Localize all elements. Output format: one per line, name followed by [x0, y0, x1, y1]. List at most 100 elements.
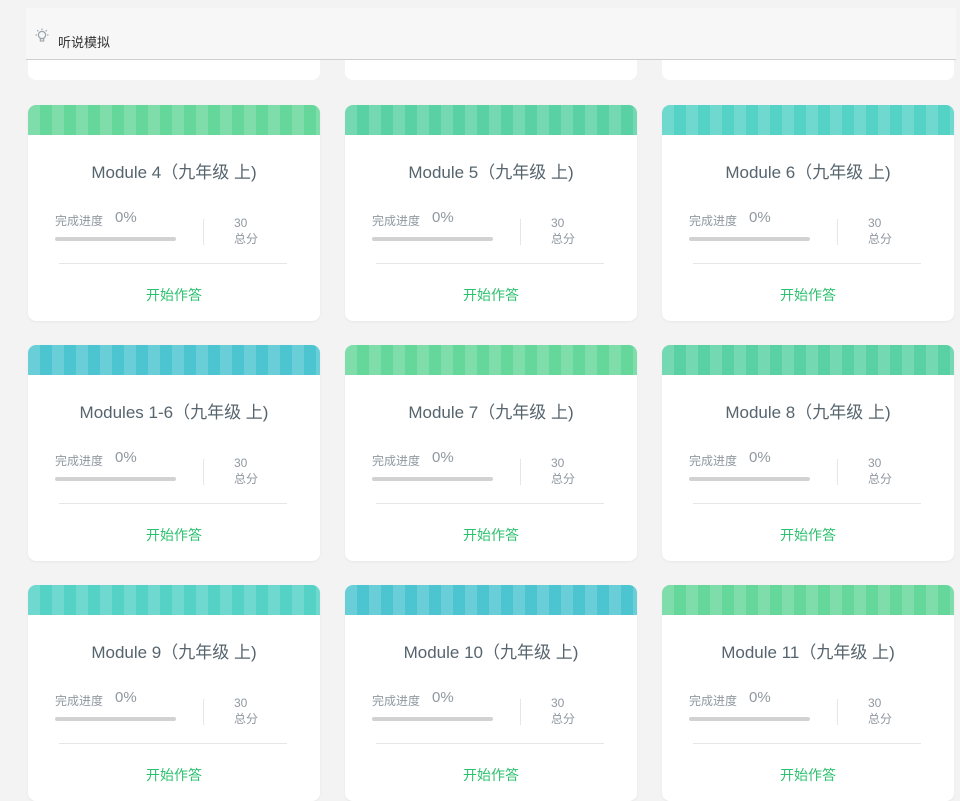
start-answer-button[interactable]: 开始作答: [345, 765, 637, 785]
vertical-divider: [203, 219, 204, 245]
vertical-divider: [203, 459, 204, 485]
horizontal-divider: [376, 263, 604, 264]
total-score-label: 总分: [551, 472, 576, 486]
start-answer-button[interactable]: 开始作答: [662, 525, 954, 545]
card-header-band: [662, 585, 954, 615]
total-score-label: 总分: [551, 232, 576, 246]
horizontal-divider: [376, 743, 604, 744]
vertical-divider: [837, 459, 838, 485]
card-partial: [345, 60, 637, 80]
module-card: Module 11（九年级 上) 完成进度 0% 30 总分 开始作答: [662, 585, 954, 801]
vertical-divider: [520, 219, 521, 245]
module-card: Module 8（九年级 上) 完成进度 0% 30 总分 开始作答: [662, 345, 954, 561]
vertical-divider: [837, 219, 838, 245]
progress-bar: [372, 477, 493, 481]
progress-bar: [55, 237, 176, 241]
card-header-band: [345, 105, 637, 135]
lightbulb-icon: [35, 28, 49, 42]
module-title: Modules 1-6（九年级 上): [79, 403, 269, 422]
horizontal-divider: [59, 743, 287, 744]
start-answer-button[interactable]: 开始作答: [28, 525, 320, 545]
card-header-band: [345, 345, 637, 375]
progress-value: 0%: [432, 209, 454, 226]
start-answer-button[interactable]: 开始作答: [28, 765, 320, 785]
progress-bar: [689, 477, 810, 481]
progress-bar: [689, 717, 810, 721]
total-score-value: 30: [551, 456, 565, 470]
vertical-divider: [520, 699, 521, 725]
progress-value: 0%: [749, 689, 771, 706]
progress-value: 0%: [115, 449, 137, 466]
horizontal-divider: [693, 503, 921, 504]
progress-value: 0%: [432, 689, 454, 706]
module-title: Module 7（九年级 上): [408, 403, 574, 422]
module-title: Module 11（九年级 上): [721, 643, 895, 662]
card-header-band: [345, 585, 637, 615]
horizontal-divider: [59, 263, 287, 264]
total-score-value: 30: [868, 456, 882, 470]
progress-value: 0%: [115, 209, 137, 226]
module-title: Module 9（九年级 上): [91, 643, 257, 662]
total-score-label: 总分: [868, 712, 893, 726]
total-score-label: 总分: [868, 232, 893, 246]
start-answer-button[interactable]: 开始作答: [345, 285, 637, 305]
horizontal-divider: [59, 503, 287, 504]
total-score-label: 总分: [868, 472, 893, 486]
total-score-label: 总分: [234, 712, 259, 726]
module-title: Module 5（九年级 上): [408, 163, 574, 182]
card-header-band: [28, 345, 320, 375]
progress-label: 完成进度: [689, 694, 738, 708]
progress-value: 0%: [749, 209, 771, 226]
horizontal-divider: [376, 503, 604, 504]
module-card: Module 7（九年级 上) 完成进度 0% 30 总分 开始作答: [345, 345, 637, 561]
card-header-band: [28, 585, 320, 615]
card-header-band: [662, 345, 954, 375]
module-card: Module 4（九年级 上) 完成进度 0% 30 总分 开始作答: [28, 105, 320, 321]
start-answer-button[interactable]: 开始作答: [662, 765, 954, 785]
start-answer-button[interactable]: 开始作答: [28, 285, 320, 305]
card-partial: [662, 60, 954, 80]
vertical-divider: [520, 459, 521, 485]
progress-bar: [372, 717, 493, 721]
start-answer-button[interactable]: 开始作答: [345, 525, 637, 545]
progress-label: 完成进度: [55, 214, 104, 228]
module-card: Module 10（九年级 上) 完成进度 0% 30 总分 开始作答: [345, 585, 637, 801]
progress-bar: [55, 477, 176, 481]
page-header: 听说模拟: [26, 8, 956, 60]
horizontal-divider: [693, 263, 921, 264]
progress-label: 完成进度: [372, 214, 421, 228]
total-score-label: 总分: [551, 712, 576, 726]
progress-label: 完成进度: [372, 454, 421, 468]
total-score-value: 30: [551, 216, 565, 230]
progress-value: 0%: [749, 449, 771, 466]
module-title: Module 8（九年级 上): [725, 403, 891, 422]
module-card: Module 5（九年级 上) 完成进度 0% 30 总分 开始作答: [345, 105, 637, 321]
total-score-label: 总分: [234, 472, 259, 486]
total-score-value: 30: [868, 216, 882, 230]
card-partial: [28, 60, 320, 80]
progress-value: 0%: [432, 449, 454, 466]
horizontal-divider: [693, 743, 921, 744]
module-card: Modules 1-6（九年级 上) 完成进度 0% 30 总分 开始作答: [28, 345, 320, 561]
progress-bar: [689, 237, 810, 241]
module-card: Module 6（九年级 上) 完成进度 0% 30 总分 开始作答: [662, 105, 954, 321]
progress-label: 完成进度: [689, 454, 738, 468]
card-header-band: [662, 105, 954, 135]
total-score-value: 30: [234, 456, 248, 470]
total-score-value: 30: [234, 216, 248, 230]
progress-bar: [372, 237, 493, 241]
module-title: Module 4（九年级 上): [91, 163, 257, 182]
total-score-label: 总分: [234, 232, 259, 246]
progress-bar: [55, 717, 176, 721]
progress-label: 完成进度: [689, 214, 738, 228]
progress-label: 完成进度: [55, 694, 104, 708]
total-score-value: 30: [234, 696, 248, 710]
card-header-band: [28, 105, 320, 135]
progress-label: 完成进度: [55, 454, 104, 468]
total-score-value: 30: [551, 696, 565, 710]
module-card: Module 9（九年级 上) 完成进度 0% 30 总分 开始作答: [28, 585, 320, 801]
start-answer-button[interactable]: 开始作答: [662, 285, 954, 305]
progress-value: 0%: [115, 689, 137, 706]
progress-label: 完成进度: [372, 694, 421, 708]
module-title: Module 6（九年级 上): [725, 163, 891, 182]
